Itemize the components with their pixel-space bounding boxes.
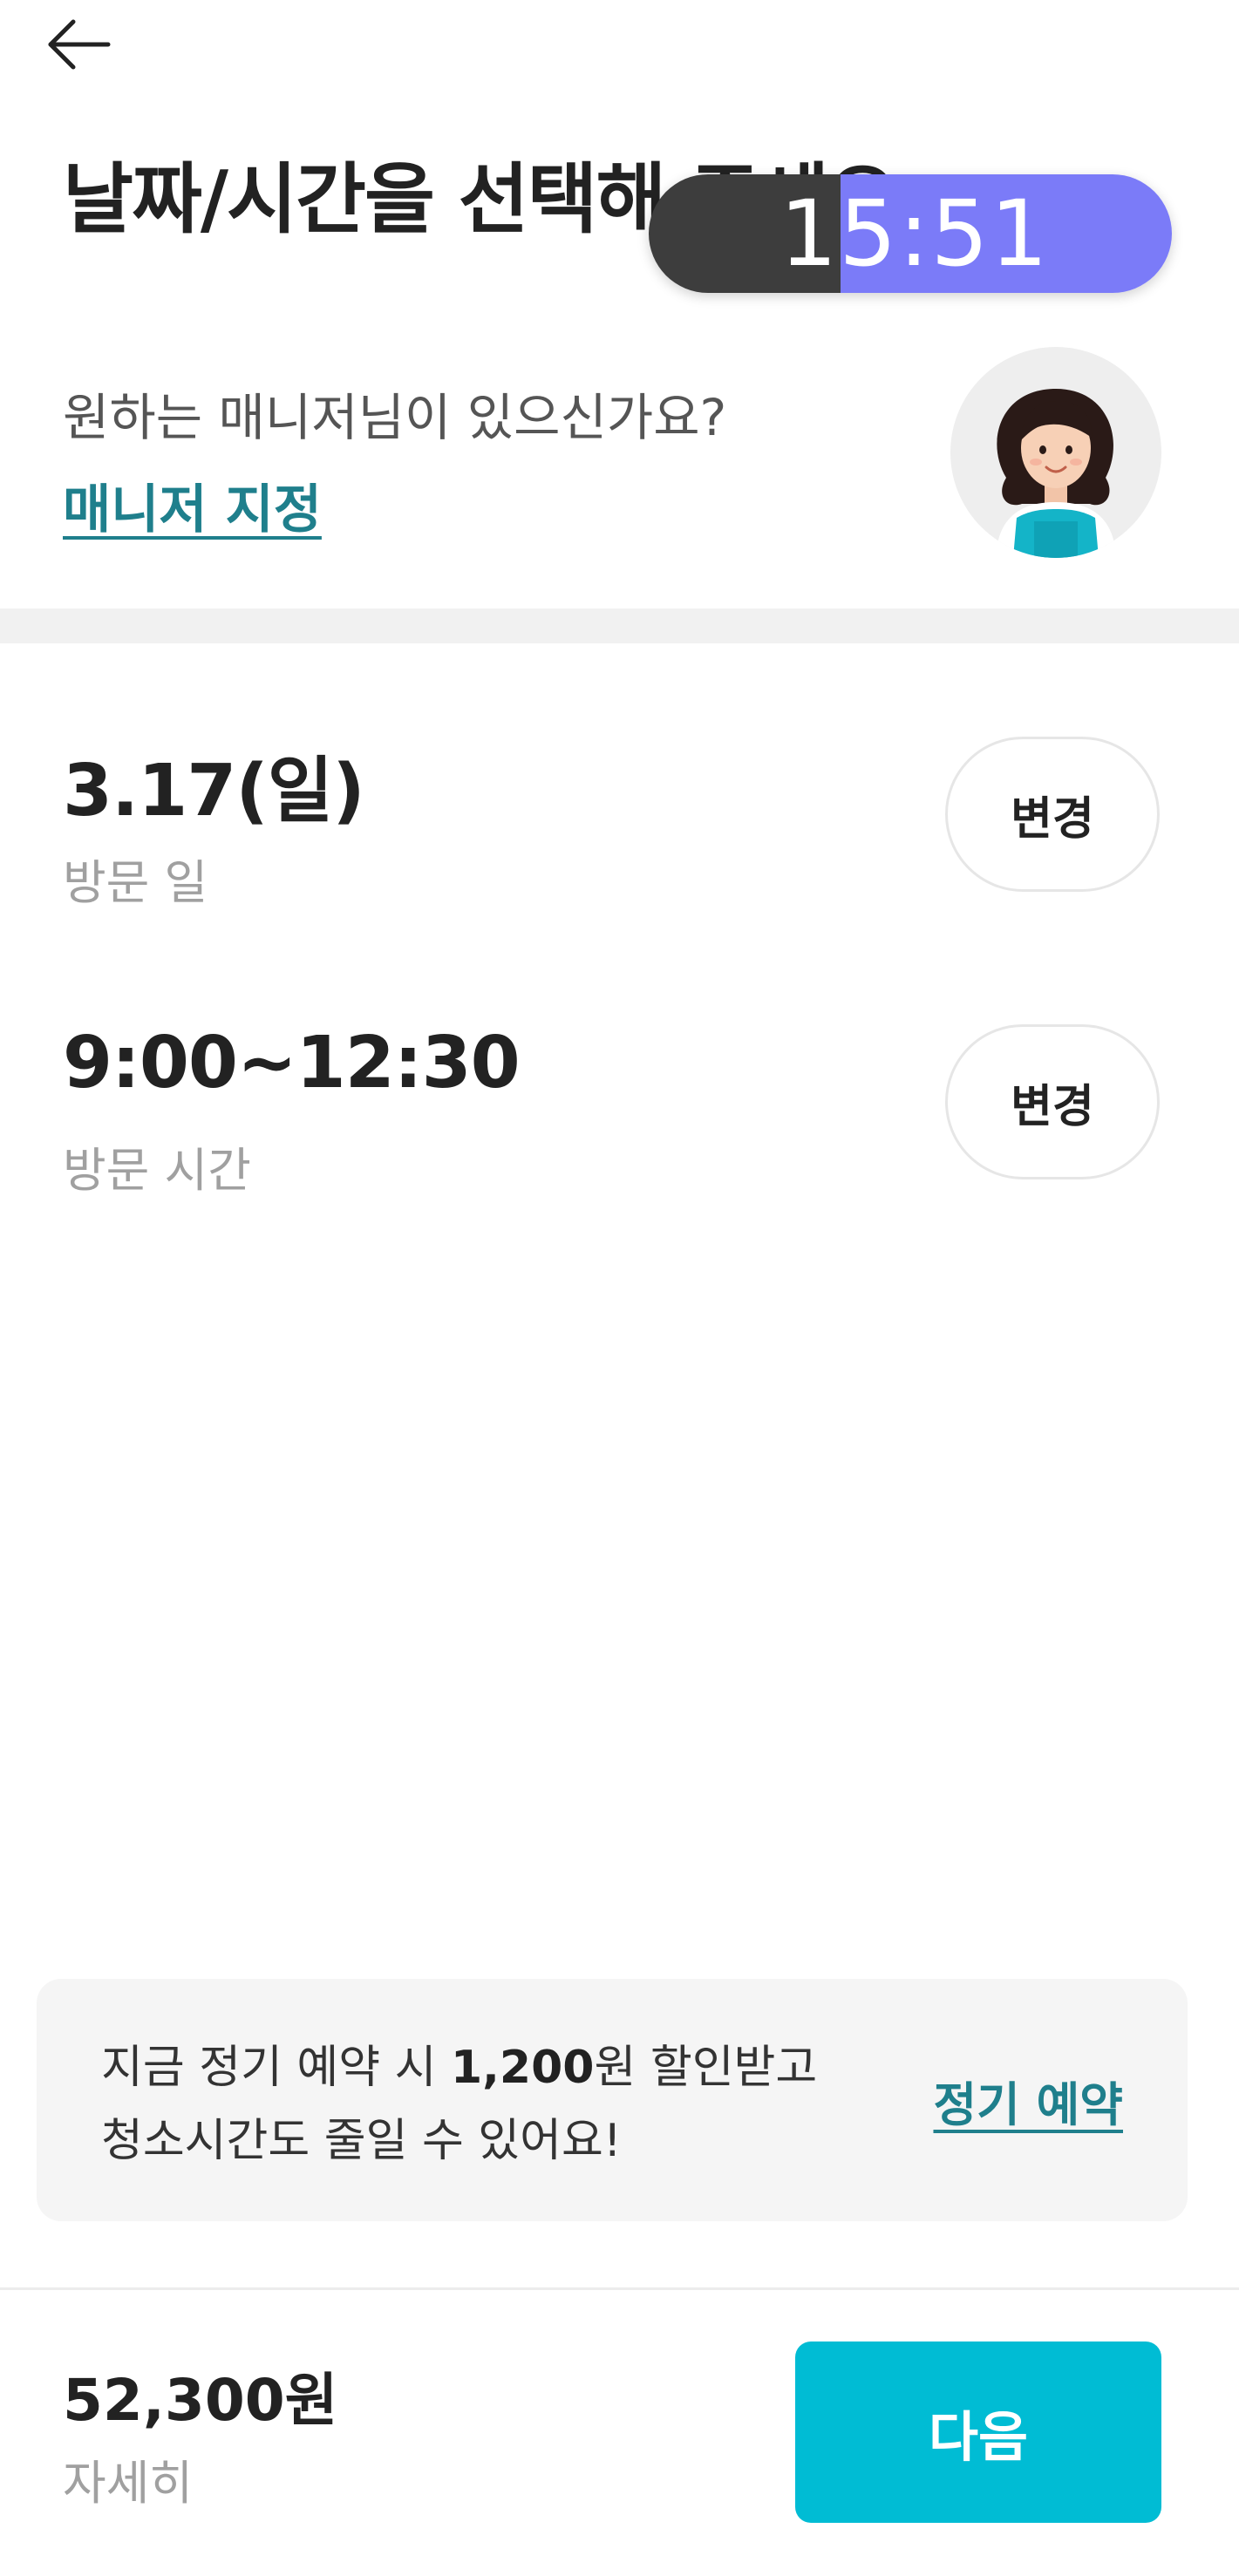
- timer-pill[interactable]: 15:51: [649, 174, 1172, 293]
- promo-line-1-prefix: 지금 정기 예약 시: [101, 2042, 451, 2094]
- arrow-left-icon: [45, 18, 115, 74]
- manager-question: 원하는 매니저님이 있으신가요?: [63, 388, 727, 447]
- visit-date-value: 3.17(일): [63, 750, 365, 833]
- promo-line-2: 청소시간도 줄일 수 있어요!: [101, 2115, 622, 2167]
- promo-line-1: 지금 정기 예약 시 1,200원 할인받고: [101, 2031, 817, 2104]
- manager-avatar-icon: [950, 347, 1161, 558]
- section-divider: [0, 608, 1239, 643]
- next-button[interactable]: 다음: [795, 2342, 1161, 2523]
- promo-amount: 1,200: [451, 2042, 595, 2094]
- visit-time-label: 방문 시간: [63, 1143, 251, 1198]
- total-price: 52,300원: [63, 2367, 338, 2434]
- price-details-link[interactable]: 자세히: [63, 2444, 193, 2513]
- assign-manager-link[interactable]: 매니저 지정: [63, 467, 322, 543]
- promo-line-1-suffix: 원 할인받고: [594, 2042, 818, 2094]
- visit-time-value: 9:00~12:30: [63, 1022, 521, 1104]
- footer-divider: [0, 2287, 1239, 2290]
- timer-text: 15:51: [779, 180, 1050, 287]
- recurring-promo-banner: 지금 정기 예약 시 1,200원 할인받고 청소시간도 줄일 수 있어요! 정…: [37, 1979, 1188, 2221]
- change-time-button[interactable]: 변경: [945, 1024, 1160, 1179]
- change-date-button[interactable]: 변경: [945, 737, 1160, 892]
- visit-date-label: 방문 일: [63, 855, 208, 910]
- booking-datetime-screen: 날짜/시간을 선택해 주세요 15:51 원하는 매니저님이 있으신가요? 매니…: [0, 0, 1239, 2576]
- back-button[interactable]: [45, 7, 141, 85]
- recurring-booking-link[interactable]: 정기 예약: [933, 2066, 1123, 2135]
- promo-text: 지금 정기 예약 시 1,200원 할인받고 청소시간도 줄일 수 있어요!: [101, 2031, 817, 2178]
